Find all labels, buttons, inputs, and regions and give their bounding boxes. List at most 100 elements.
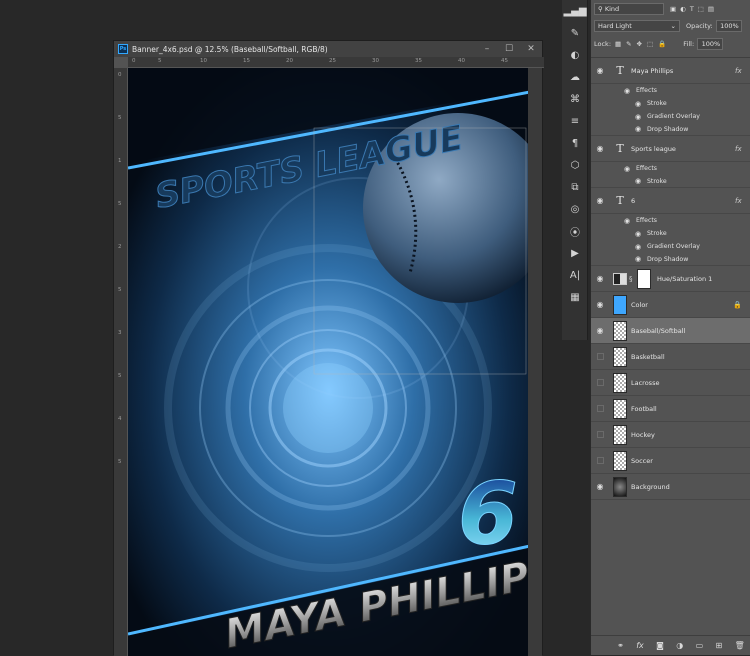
ruler-label: 40 <box>458 58 465 64</box>
eye-icon[interactable]: ◉ <box>635 255 647 263</box>
panel-icon-strip: ▂▄▆ ✎ ◐ ☁ ⌘ ≡ ¶ ⬡ ⧉ ◎ ⦿ ▶ A| ▦ <box>562 0 588 340</box>
ruler-label: 3 <box>118 330 122 336</box>
maximize-button[interactable]: ☐ <box>498 41 520 57</box>
opacity-input[interactable]: 100% <box>715 20 742 32</box>
visibility-toggle[interactable] <box>591 370 609 396</box>
eye-icon[interactable]: ◉ <box>635 177 647 185</box>
filter-kind-dropdown[interactable]: ⚲ Kind <box>594 2 664 15</box>
horizontal-ruler[interactable]: 0 5 10 15 20 25 30 35 40 45 <box>128 57 544 68</box>
layer-hue-saturation[interactable]: ◉ § Hue/Saturation 1 <box>591 266 750 292</box>
layer-mask-thumbnail[interactable] <box>637 268 651 289</box>
layer-lacrosse[interactable]: Lacrosse <box>591 370 750 396</box>
tool-presets-icon[interactable]: ⌘ <box>562 88 588 110</box>
eye-icon[interactable]: ◉ <box>635 125 647 133</box>
trash-icon[interactable]: 🗑 <box>735 641 745 650</box>
layer-list[interactable]: ◉ T Maya Phillips fx ◉ Effects ◉ Stroke ◉ G… <box>591 57 750 604</box>
layer-sports-league[interactable]: ◉ T Sports league fx <box>591 136 750 162</box>
layer-maya-phillips[interactable]: ◉ T Maya Phillips fx <box>591 58 750 84</box>
layer-football[interactable]: Football <box>591 396 750 422</box>
effect-row[interactable]: ◉ Drop Shadow <box>591 253 750 266</box>
vertical-ruler[interactable]: 0 5 1 5 2 5 3 5 4 5 <box>114 68 128 656</box>
layer-baseball-softball[interactable]: ◉ Baseball/Softball <box>591 318 750 344</box>
layer-name: Background <box>631 482 670 491</box>
layer-hockey[interactable]: Hockey <box>591 422 750 448</box>
eye-icon[interactable]: ◉ <box>624 165 636 173</box>
effects-row[interactable]: ◉ Effects <box>591 162 750 175</box>
eye-icon[interactable]: ◉ <box>635 100 647 108</box>
properties-icon[interactable]: ≡ <box>562 110 588 132</box>
libraries-icon[interactable]: ☁ <box>562 66 588 88</box>
layer-name: Football <box>631 404 657 413</box>
filter-icons[interactable]: ▣◐T⬚▤ <box>670 5 718 13</box>
histogram-icon[interactable]: ▂▄▆ <box>562 0 588 22</box>
effects-row[interactable]: ◉ Effects <box>591 214 750 227</box>
layer-name: Lacrosse <box>631 378 660 387</box>
grid-icon[interactable]: ▦ <box>562 286 588 308</box>
layers-panel-footer: ⚭ fx ◙ ◑ ▭ ⊞ 🗑 <box>591 635 750 655</box>
effect-row[interactable]: ◉ Gradient Overlay <box>591 110 750 123</box>
blend-mode-dropdown[interactable]: Hard Light ⌄ <box>594 20 680 32</box>
character-icon[interactable]: A| <box>562 264 588 286</box>
ruler-label: 15 <box>243 58 250 64</box>
fx-icon[interactable]: fx <box>735 145 750 153</box>
layer-thumbnail <box>613 476 627 497</box>
new-layer-icon[interactable]: ⊞ <box>716 641 723 650</box>
layer-name: Baseball/Softball <box>631 326 686 335</box>
layer-background[interactable]: ◉ Background <box>591 474 750 500</box>
actions-play-icon[interactable]: ▶ <box>562 242 588 264</box>
link-layers-icon[interactable]: ⚭ <box>617 641 624 650</box>
paragraph-icon[interactable]: ¶ <box>562 132 588 154</box>
effects-row[interactable]: ◉ Effects <box>591 84 750 97</box>
fx-icon[interactable]: fx <box>735 197 750 205</box>
adjustments-icon[interactable]: ◐ <box>562 44 588 66</box>
layer-basketball[interactable]: Basketball <box>591 344 750 370</box>
fx-icon[interactable]: fx <box>735 67 750 75</box>
document-window[interactable]: Ps Banner_4x6.psd @ 12.5% (Baseball/Soft… <box>113 40 544 656</box>
eye-icon[interactable]: ◉ <box>624 87 636 95</box>
effect-row[interactable]: ◉ Gradient Overlay <box>591 240 750 253</box>
eye-icon[interactable]: ◉ <box>635 113 647 121</box>
document-title-bar[interactable]: Ps Banner_4x6.psd @ 12.5% (Baseball/Soft… <box>114 41 542 57</box>
visibility-eye-icon[interactable]: ◉ <box>591 66 609 75</box>
3d-icon[interactable]: ⬡ <box>562 154 588 176</box>
brush-icon[interactable]: ✎ <box>562 22 588 44</box>
eye-icon[interactable]: ◉ <box>635 230 647 238</box>
eye-icon[interactable]: ◉ <box>635 243 647 251</box>
fx-icon[interactable]: fx <box>636 641 644 650</box>
lock-icons[interactable]: ▦✎✥⬚🔒 <box>615 40 671 48</box>
new-adjustment-icon[interactable]: ◑ <box>676 641 683 650</box>
eye-icon[interactable]: ◉ <box>624 217 636 225</box>
effect-name: Drop Shadow <box>647 125 689 133</box>
channels-icon[interactable]: ◎ <box>562 198 588 220</box>
add-mask-icon[interactable]: ◙ <box>656 641 664 650</box>
new-group-icon[interactable]: ▭ <box>696 641 704 650</box>
clone-source-icon[interactable]: ⧉ <box>562 176 588 198</box>
fill-input[interactable]: 100% <box>697 38 724 50</box>
visibility-toggle[interactable] <box>591 344 609 370</box>
visibility-eye-icon[interactable]: ◉ <box>591 274 609 283</box>
effect-row[interactable]: ◉ Stroke <box>591 175 750 188</box>
visibility-eye-icon[interactable]: ◉ <box>591 482 609 491</box>
effect-row[interactable]: ◉ Drop Shadow <box>591 123 750 136</box>
visibility-eye-icon[interactable]: ◉ <box>591 144 609 153</box>
layer-soccer[interactable]: Soccer <box>591 448 750 474</box>
visibility-eye-icon[interactable]: ◉ <box>591 326 609 335</box>
ruler-label: 0 <box>118 72 122 78</box>
minimize-button[interactable]: – <box>476 41 498 57</box>
color-icon[interactable]: ⦿ <box>562 220 588 242</box>
visibility-eye-icon[interactable]: ◉ <box>591 196 609 205</box>
layer-6[interactable]: ◉ T 6 fx <box>591 188 750 214</box>
effect-row[interactable]: ◉ Stroke <box>591 227 750 240</box>
canvas[interactable]: SPORTS LEAGUE 6 MAYA PHILLIPS <box>128 68 530 656</box>
visibility-toggle[interactable] <box>591 396 609 422</box>
layer-color[interactable]: ◉ Color 🔒 <box>591 292 750 318</box>
visibility-toggle[interactable] <box>591 422 609 448</box>
ruler-label: 10 <box>200 58 207 64</box>
layer-thumbnail <box>613 346 627 367</box>
effect-row[interactable]: ◉ Stroke <box>591 97 750 110</box>
close-button[interactable]: ✕ <box>520 41 542 57</box>
ruler-label: 0 <box>132 58 136 64</box>
vertical-scrollbar[interactable] <box>528 68 542 656</box>
visibility-eye-icon[interactable]: ◉ <box>591 300 609 309</box>
visibility-toggle[interactable] <box>591 448 609 474</box>
